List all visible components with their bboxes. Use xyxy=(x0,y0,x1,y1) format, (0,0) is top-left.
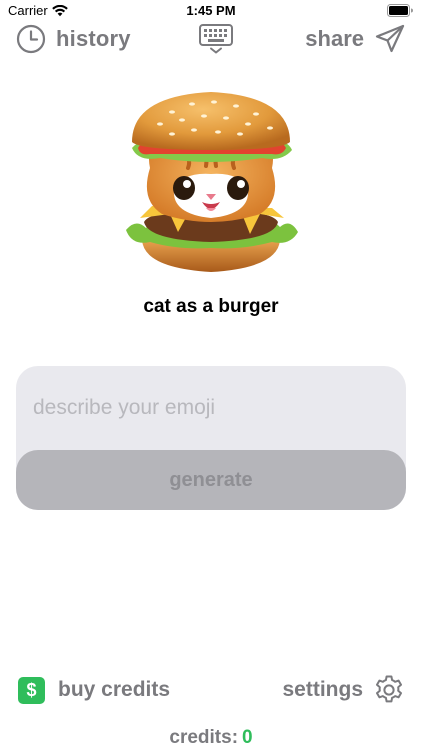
clock-icon xyxy=(16,24,46,54)
settings-label: settings xyxy=(282,678,363,701)
gear-icon xyxy=(376,675,402,703)
credits-count: 0 xyxy=(242,727,253,748)
history-button[interactable]: history xyxy=(16,22,131,56)
status-bar: Carrier 1:45 PM xyxy=(0,0,422,22)
share-button[interactable]: share xyxy=(305,22,406,56)
clock: 1:45 PM xyxy=(186,3,236,18)
battery-icon xyxy=(387,4,413,17)
credits-display: credits: 0 xyxy=(0,727,422,749)
keyboard-dismiss-icon xyxy=(199,24,233,54)
describe-emoji-input[interactable] xyxy=(16,366,406,436)
generated-emoji xyxy=(122,90,300,282)
app-screen: Carrier 1:45 PM history share cat as a b… xyxy=(0,0,422,750)
share-label: share xyxy=(305,26,364,51)
generate-button[interactable]: generate xyxy=(16,450,406,510)
emoji-caption: cat as a burger xyxy=(143,296,279,317)
credits-label: credits: xyxy=(169,727,239,748)
dollar-icon: $ xyxy=(18,676,45,704)
top-bar: history share xyxy=(0,22,422,56)
cat-burger-emoji-icon xyxy=(126,92,298,272)
paper-plane-icon xyxy=(375,24,405,53)
dismiss-keyboard-button[interactable] xyxy=(196,22,236,56)
buy-credits-label: buy credits xyxy=(58,678,171,701)
composer-panel: generate xyxy=(16,366,406,510)
history-label: history xyxy=(56,26,131,51)
buy-credits-button[interactable]: $ buy credits xyxy=(18,676,170,704)
settings-button[interactable]: settings xyxy=(282,674,405,706)
